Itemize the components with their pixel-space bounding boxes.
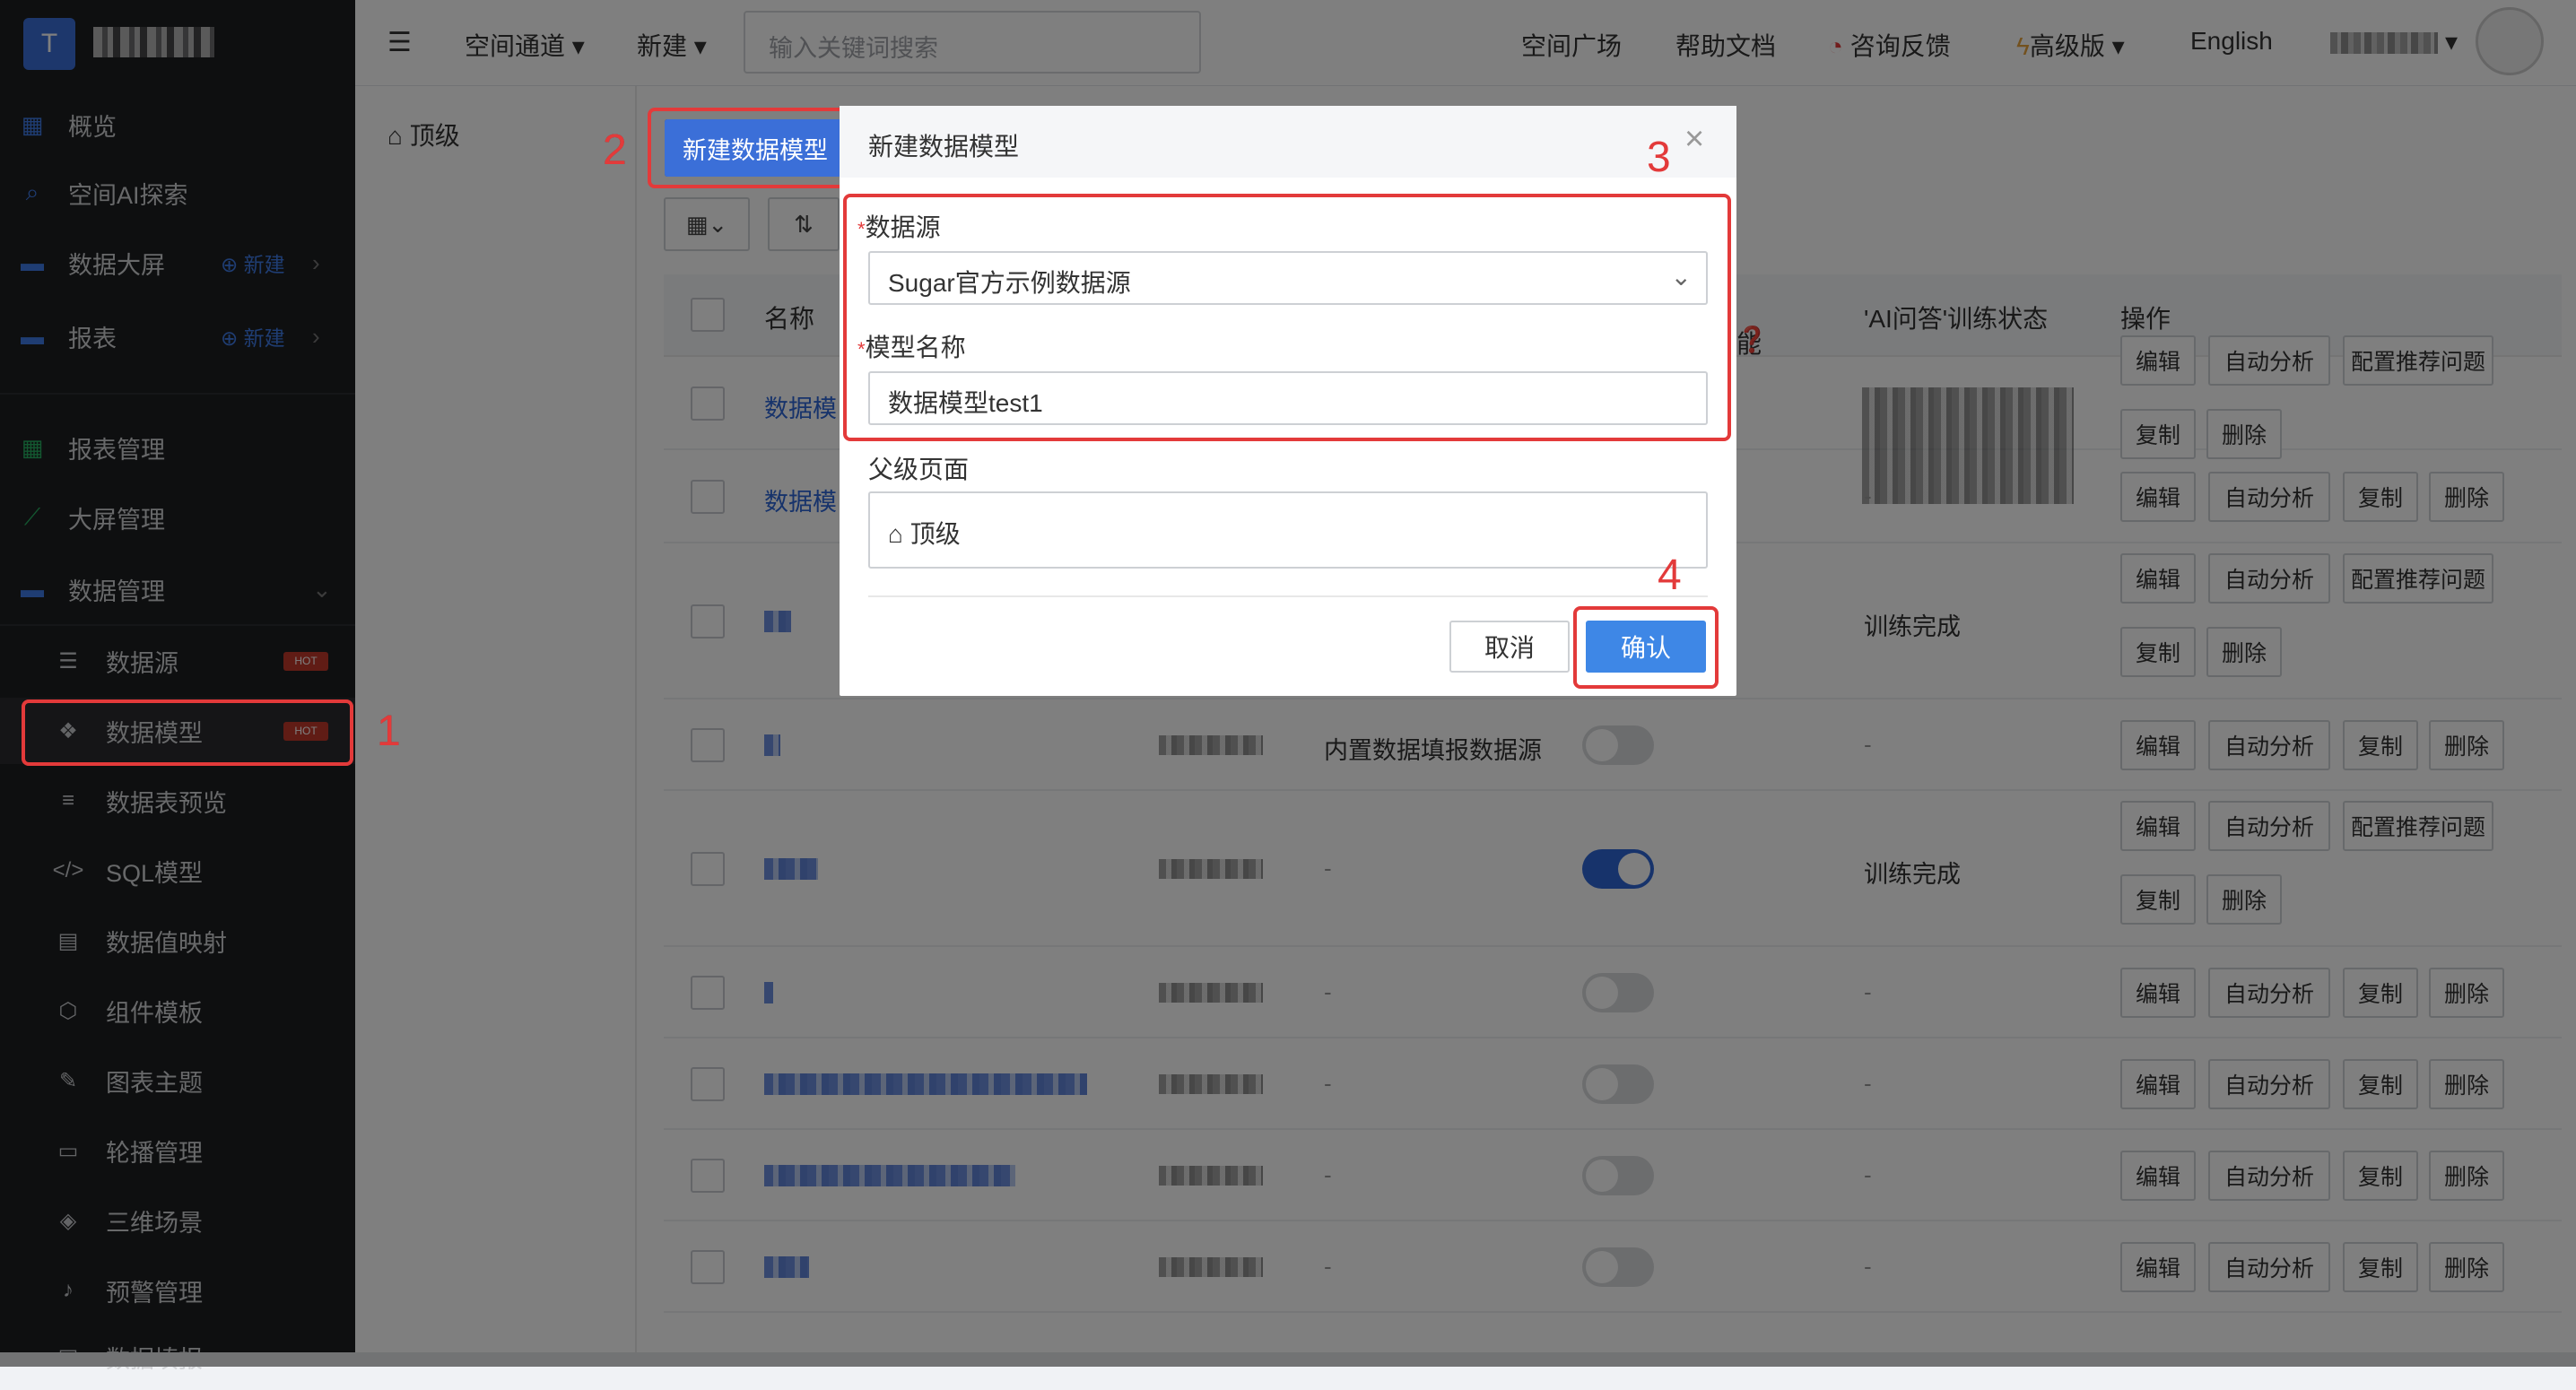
annotation-number-2-top: 2 (603, 126, 627, 174)
cancel-button[interactable]: 取消 (1449, 621, 1570, 673)
annotation-box-3 (843, 194, 1731, 441)
annotation-number-3: 3 (1647, 134, 1671, 181)
annotation-box-2 (648, 108, 861, 188)
parent-page-label: 父级页面 (868, 456, 970, 483)
annotation-box-4 (1573, 606, 1719, 689)
close-icon[interactable]: × (1684, 120, 1704, 159)
dialog-title: 新建数据模型 (868, 133, 1020, 161)
dialog-header: 新建数据模型 × (840, 106, 1736, 178)
annotation-number-1-top: 1 (377, 708, 401, 755)
home-icon: ⌂ (888, 520, 903, 548)
new-data-model-dialog: 新建数据模型 × *数据源 Sugar官方示例数据源 ⌄ *模型名称 数据模型t… (840, 106, 1736, 696)
annotation-number-4: 4 (1658, 552, 1682, 599)
dialog-footer-divider (868, 595, 1708, 597)
parent-page-select[interactable]: ⌂ 顶级 (868, 491, 1708, 569)
annotation-box-1-top (22, 699, 353, 766)
